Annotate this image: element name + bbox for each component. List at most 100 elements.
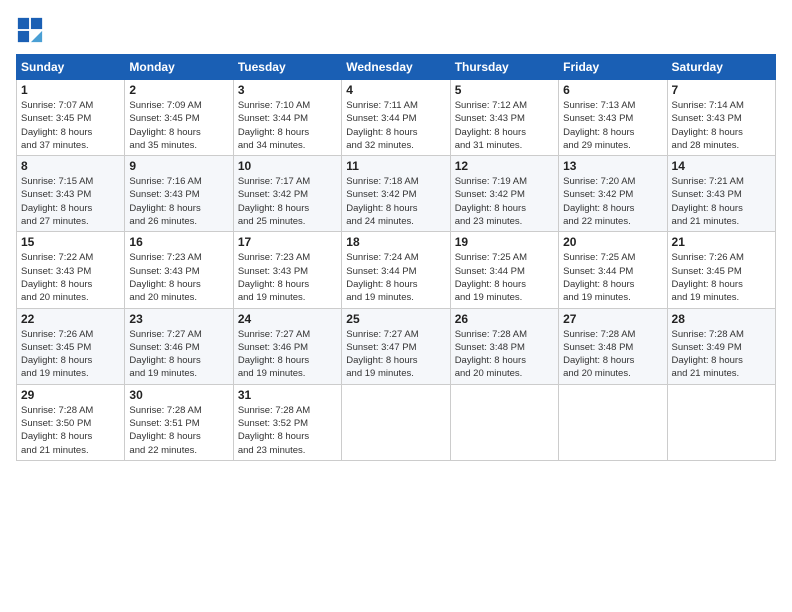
day-info: Sunrise: 7:10 AM Sunset: 3:44 PM Dayligh…	[238, 99, 337, 152]
calendar-cell: 16 Sunrise: 7:23 AM Sunset: 3:43 PM Dayli…	[125, 232, 233, 308]
calendar-cell: 6 Sunrise: 7:13 AM Sunset: 3:43 PM Daylig…	[559, 80, 667, 156]
day-info: Sunrise: 7:22 AM Sunset: 3:43 PM Dayligh…	[21, 251, 120, 304]
day-number: 3	[238, 83, 337, 97]
calendar-header-row: SundayMondayTuesdayWednesdayThursdayFrid…	[17, 55, 776, 80]
day-info: Sunrise: 7:07 AM Sunset: 3:45 PM Dayligh…	[21, 99, 120, 152]
calendar-week-row: 1 Sunrise: 7:07 AM Sunset: 3:45 PM Daylig…	[17, 80, 776, 156]
day-info: Sunrise: 7:25 AM Sunset: 3:44 PM Dayligh…	[455, 251, 554, 304]
calendar-cell: 26 Sunrise: 7:28 AM Sunset: 3:48 PM Dayli…	[450, 308, 558, 384]
day-number: 21	[672, 235, 771, 249]
logo-icon	[16, 16, 44, 44]
day-info: Sunrise: 7:26 AM Sunset: 3:45 PM Dayligh…	[672, 251, 771, 304]
day-number: 26	[455, 312, 554, 326]
calendar-cell: 17Sunrise: 7:23 AM Sunset: 3:43 PM Dayli…	[233, 232, 341, 308]
day-number: 2	[129, 83, 228, 97]
calendar-cell: 24 Sunrise: 7:27 AM Sunset: 3:46 PM Dayli…	[233, 308, 341, 384]
day-number: 6	[563, 83, 662, 97]
day-number: 15	[21, 235, 120, 249]
day-info: Sunrise: 7:28 AM Sunset: 3:48 PM Dayligh…	[563, 328, 662, 381]
day-number: 31	[238, 388, 337, 402]
day-number: 10	[238, 159, 337, 173]
header-thursday: Thursday	[450, 55, 558, 80]
day-number: 16	[129, 235, 228, 249]
calendar-cell: 25Sunrise: 7:27 AM Sunset: 3:47 PM Dayli…	[342, 308, 450, 384]
header-saturday: Saturday	[667, 55, 775, 80]
calendar-cell: 14Sunrise: 7:21 AM Sunset: 3:43 PM Dayli…	[667, 156, 775, 232]
calendar-cell: 7 Sunrise: 7:14 AM Sunset: 3:43 PM Daylig…	[667, 80, 775, 156]
day-info: Sunrise: 7:28 AM Sunset: 3:50 PM Dayligh…	[21, 404, 120, 457]
calendar-week-row: 8 Sunrise: 7:15 AM Sunset: 3:43 PM Daylig…	[17, 156, 776, 232]
calendar-cell: 22 Sunrise: 7:26 AM Sunset: 3:45 PM Dayli…	[17, 308, 125, 384]
calendar-cell: 31 Sunrise: 7:28 AM Sunset: 3:52 PM Dayli…	[233, 384, 341, 460]
header-wednesday: Wednesday	[342, 55, 450, 80]
day-number: 8	[21, 159, 120, 173]
calendar-cell: 19 Sunrise: 7:25 AM Sunset: 3:44 PM Dayli…	[450, 232, 558, 308]
day-info: Sunrise: 7:14 AM Sunset: 3:43 PM Dayligh…	[672, 99, 771, 152]
day-number: 19	[455, 235, 554, 249]
day-info: Sunrise: 7:27 AM Sunset: 3:46 PM Dayligh…	[238, 328, 337, 381]
day-number: 12	[455, 159, 554, 173]
day-info: Sunrise: 7:12 AM Sunset: 3:43 PM Dayligh…	[455, 99, 554, 152]
day-info: Sunrise: 7:28 AM Sunset: 3:52 PM Dayligh…	[238, 404, 337, 457]
day-number: 22	[21, 312, 120, 326]
day-info: Sunrise: 7:27 AM Sunset: 3:47 PM Dayligh…	[346, 328, 445, 381]
calendar-cell: 13 Sunrise: 7:20 AM Sunset: 3:42 PM Dayli…	[559, 156, 667, 232]
day-info: Sunrise: 7:26 AM Sunset: 3:45 PM Dayligh…	[21, 328, 120, 381]
day-number: 13	[563, 159, 662, 173]
day-number: 28	[672, 312, 771, 326]
calendar-week-row: 15 Sunrise: 7:22 AM Sunset: 3:43 PM Dayli…	[17, 232, 776, 308]
header-monday: Monday	[125, 55, 233, 80]
calendar-cell: 10 Sunrise: 7:17 AM Sunset: 3:42 PM Dayli…	[233, 156, 341, 232]
calendar-cell	[559, 384, 667, 460]
calendar-cell: 1 Sunrise: 7:07 AM Sunset: 3:45 PM Daylig…	[17, 80, 125, 156]
calendar-cell: 18Sunrise: 7:24 AM Sunset: 3:44 PM Dayli…	[342, 232, 450, 308]
calendar-cell: 21 Sunrise: 7:26 AM Sunset: 3:45 PM Dayli…	[667, 232, 775, 308]
day-info: Sunrise: 7:18 AM Sunset: 3:42 PM Dayligh…	[346, 175, 445, 228]
day-number: 23	[129, 312, 228, 326]
header-tuesday: Tuesday	[233, 55, 341, 80]
calendar-cell: 29 Sunrise: 7:28 AM Sunset: 3:50 PM Dayli…	[17, 384, 125, 460]
calendar-cell: 11 Sunrise: 7:18 AM Sunset: 3:42 PM Dayli…	[342, 156, 450, 232]
day-number: 5	[455, 83, 554, 97]
day-info: Sunrise: 7:16 AM Sunset: 3:43 PM Dayligh…	[129, 175, 228, 228]
calendar-cell: 9Sunrise: 7:16 AM Sunset: 3:43 PM Daylig…	[125, 156, 233, 232]
day-info: Sunrise: 7:17 AM Sunset: 3:42 PM Dayligh…	[238, 175, 337, 228]
day-number: 30	[129, 388, 228, 402]
calendar-cell: 3 Sunrise: 7:10 AM Sunset: 3:44 PM Daylig…	[233, 80, 341, 156]
day-number: 4	[346, 83, 445, 97]
calendar-week-row: 22 Sunrise: 7:26 AM Sunset: 3:45 PM Dayli…	[17, 308, 776, 384]
header-sunday: Sunday	[17, 55, 125, 80]
day-number: 11	[346, 159, 445, 173]
day-info: Sunrise: 7:27 AM Sunset: 3:46 PM Dayligh…	[129, 328, 228, 381]
day-info: Sunrise: 7:13 AM Sunset: 3:43 PM Dayligh…	[563, 99, 662, 152]
calendar-cell: 15 Sunrise: 7:22 AM Sunset: 3:43 PM Dayli…	[17, 232, 125, 308]
day-number: 17	[238, 235, 337, 249]
calendar-cell	[450, 384, 558, 460]
calendar-cell: 20Sunrise: 7:25 AM Sunset: 3:44 PM Dayli…	[559, 232, 667, 308]
day-number: 27	[563, 312, 662, 326]
day-info: Sunrise: 7:28 AM Sunset: 3:48 PM Dayligh…	[455, 328, 554, 381]
day-info: Sunrise: 7:23 AM Sunset: 3:43 PM Dayligh…	[129, 251, 228, 304]
calendar-cell: 12 Sunrise: 7:19 AM Sunset: 3:42 PM Dayli…	[450, 156, 558, 232]
day-info: Sunrise: 7:15 AM Sunset: 3:43 PM Dayligh…	[21, 175, 120, 228]
calendar-cell: 8 Sunrise: 7:15 AM Sunset: 3:43 PM Daylig…	[17, 156, 125, 232]
calendar-cell: 27 Sunrise: 7:28 AM Sunset: 3:48 PM Dayli…	[559, 308, 667, 384]
day-info: Sunrise: 7:19 AM Sunset: 3:42 PM Dayligh…	[455, 175, 554, 228]
day-info: Sunrise: 7:09 AM Sunset: 3:45 PM Dayligh…	[129, 99, 228, 152]
calendar-cell: 5 Sunrise: 7:12 AM Sunset: 3:43 PM Daylig…	[450, 80, 558, 156]
calendar-cell: 4Sunrise: 7:11 AM Sunset: 3:44 PM Daylig…	[342, 80, 450, 156]
calendar-cell: 2 Sunrise: 7:09 AM Sunset: 3:45 PM Daylig…	[125, 80, 233, 156]
day-number: 29	[21, 388, 120, 402]
day-number: 1	[21, 83, 120, 97]
day-info: Sunrise: 7:20 AM Sunset: 3:42 PM Dayligh…	[563, 175, 662, 228]
day-number: 7	[672, 83, 771, 97]
day-info: Sunrise: 7:28 AM Sunset: 3:49 PM Dayligh…	[672, 328, 771, 381]
calendar-cell: 30 Sunrise: 7:28 AM Sunset: 3:51 PM Dayli…	[125, 384, 233, 460]
header-friday: Friday	[559, 55, 667, 80]
day-number: 20	[563, 235, 662, 249]
header	[16, 16, 776, 44]
day-number: 24	[238, 312, 337, 326]
day-info: Sunrise: 7:21 AM Sunset: 3:43 PM Dayligh…	[672, 175, 771, 228]
day-info: Sunrise: 7:28 AM Sunset: 3:51 PM Dayligh…	[129, 404, 228, 457]
day-info: Sunrise: 7:24 AM Sunset: 3:44 PM Dayligh…	[346, 251, 445, 304]
